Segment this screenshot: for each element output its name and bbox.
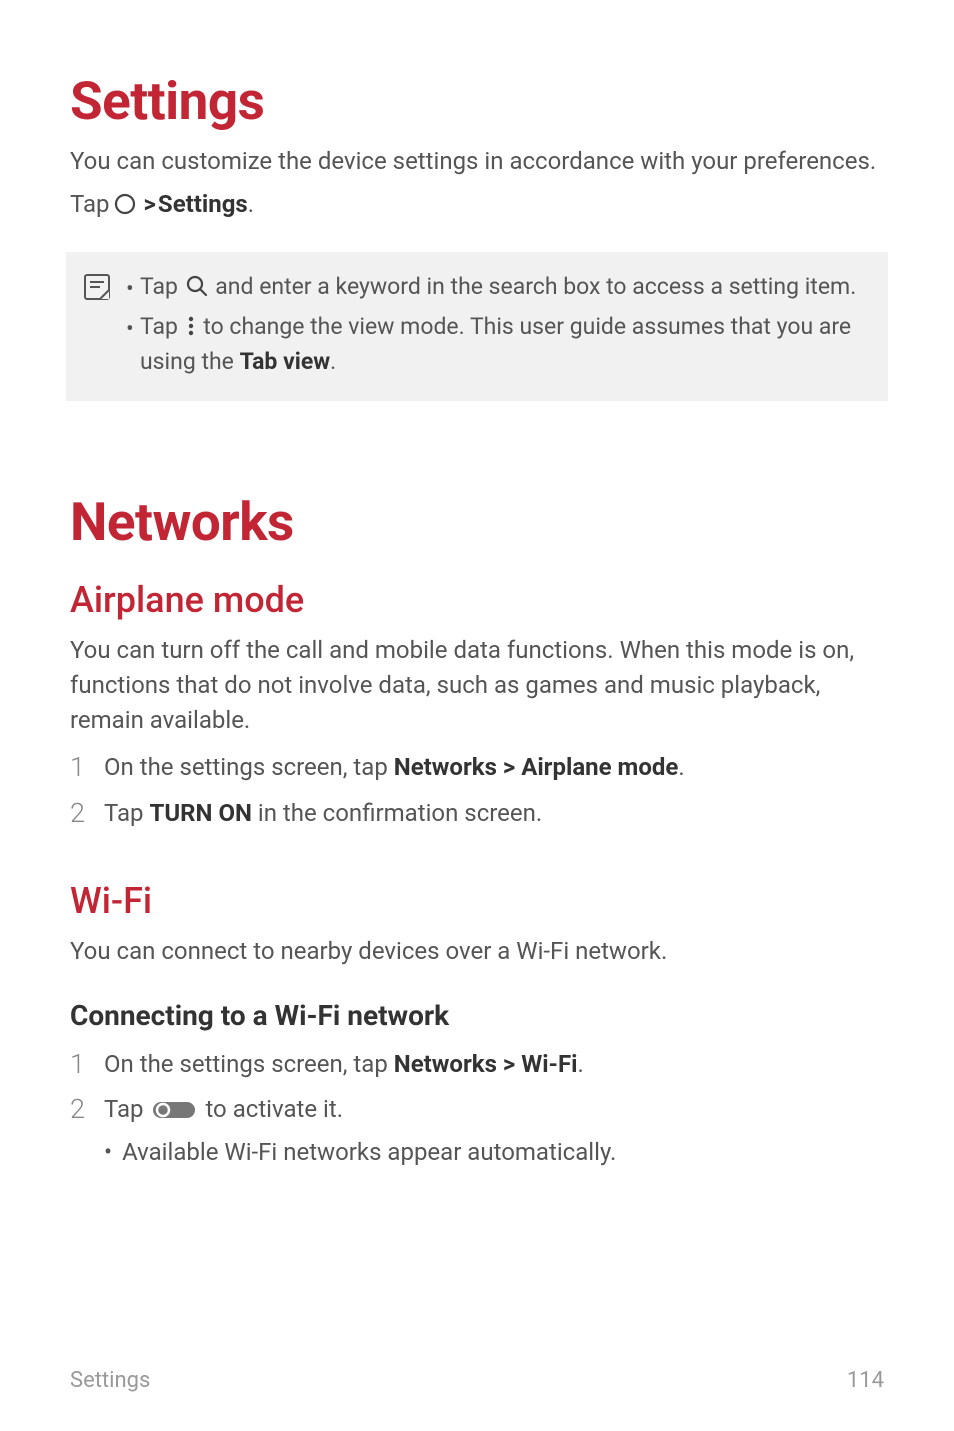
s2-pre: Tap (104, 799, 149, 827)
bullet: • (104, 1134, 112, 1170)
note-box: • Tap and enter a keyword in the search … (66, 252, 888, 402)
wifi-sub-item: • Available Wi-Fi networks appear automa… (104, 1134, 884, 1170)
airplane-step-2: 2 Tap TURN ON in the confirmation screen… (70, 795, 884, 832)
wifi-step-2: 2 Tap to activate it. • Available Wi-Fi … (70, 1091, 884, 1178)
wifi-bold: Wi-Fi (521, 1050, 577, 1078)
s1-end: . (678, 753, 684, 781)
step-number: 2 (70, 1091, 90, 1178)
footer-section: Settings (70, 1368, 150, 1393)
tab-view-bold: Tab view (240, 348, 331, 375)
networks-bold: Networks (394, 1050, 497, 1078)
tap-prefix: Tap (70, 187, 110, 222)
tap-settings-instruction: Tap > Settings . (70, 187, 884, 222)
note-item-view-mode: • Tap to change the view mode. This user… (126, 310, 864, 379)
ws1-end: . (578, 1050, 584, 1078)
note-item-search: • Tap and enter a keyword in the search … (126, 270, 864, 307)
note2-end: . (330, 348, 336, 375)
wifi-step-1: 1 On the settings screen, tap Networks >… (70, 1046, 884, 1083)
note1-post: and enter a keyword in the search box to… (210, 273, 857, 300)
search-icon (186, 275, 208, 297)
heading-networks: Networks (70, 491, 884, 553)
tap-period: . (248, 187, 254, 222)
page-footer: Settings 114 (70, 1368, 884, 1393)
document-page: Settings You can customize the device se… (0, 0, 954, 1431)
turn-on-bold: TURN ON (149, 799, 251, 827)
heading-wifi: Wi-Fi (70, 880, 884, 922)
heading-settings: Settings (70, 70, 884, 132)
networks-bold: Networks (394, 753, 497, 781)
ws1-pre: On the settings screen, tap (104, 1050, 394, 1078)
wifi-intro-text: You can connect to nearby devices over a… (70, 934, 884, 969)
wifi-steps: 1 On the settings screen, tap Networks >… (70, 1046, 884, 1178)
gt-symbol: > (503, 1050, 515, 1078)
bullet: • (126, 272, 132, 307)
airplane-mode-bold: Airplane mode (521, 753, 678, 781)
wifi-step-2-sublist: • Available Wi-Fi networks appear automa… (104, 1134, 884, 1170)
more-vert-icon (186, 315, 196, 337)
step-number: 1 (70, 1046, 90, 1083)
gt-symbol: > (144, 187, 156, 222)
home-circle-icon (114, 193, 136, 215)
note1-pre: Tap (140, 273, 184, 300)
note-icon (82, 272, 112, 302)
heading-airplane-mode: Airplane mode (70, 579, 884, 621)
note-list: • Tap and enter a keyword in the search … (126, 270, 864, 384)
gt-symbol: > (503, 753, 515, 781)
step-number: 2 (70, 795, 90, 832)
bullet: • (126, 312, 132, 347)
toggle-off-icon (152, 1099, 196, 1121)
s1-pre: On the settings screen, tap (104, 753, 394, 781)
airplane-step-1: 1 On the settings screen, tap Networks >… (70, 749, 884, 786)
ws2-post: to activate it. (199, 1095, 343, 1123)
ws2-pre: Tap (104, 1095, 149, 1123)
airplane-intro-text: You can turn off the call and mobile dat… (70, 633, 884, 737)
s2-end: in the confirmation screen. (252, 799, 542, 827)
note2-pre: Tap (140, 313, 184, 340)
airplane-steps: 1 On the settings screen, tap Networks >… (70, 749, 884, 831)
step-number: 1 (70, 749, 90, 786)
heading-connecting-wifi: Connecting to a Wi-Fi network (70, 999, 884, 1032)
settings-bold: Settings (158, 187, 248, 222)
page-number: 114 (847, 1368, 884, 1393)
wifi-sub-text: Available Wi-Fi networks appear automati… (122, 1134, 616, 1170)
settings-intro-text: You can customize the device settings in… (70, 144, 884, 179)
